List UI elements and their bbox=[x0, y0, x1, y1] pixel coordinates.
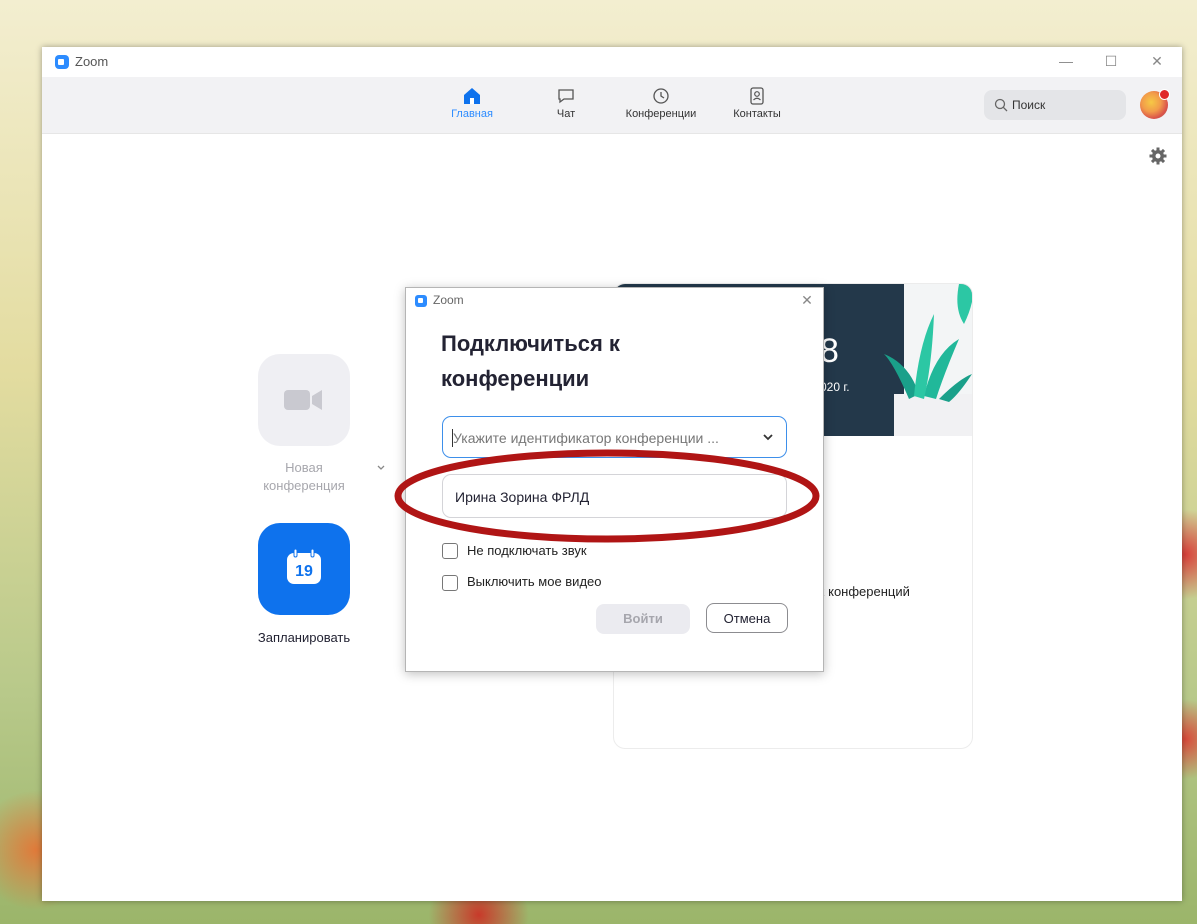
tab-meetings-label: Конференции bbox=[625, 108, 697, 120]
calendar-day: 19 bbox=[295, 563, 313, 580]
no-audio-checkbox[interactable] bbox=[442, 543, 458, 559]
new-meeting-label-line1: Новая bbox=[285, 460, 323, 475]
window-title: Zoom bbox=[75, 54, 109, 69]
clock-icon bbox=[653, 88, 669, 104]
minimize-button[interactable]: — bbox=[1054, 51, 1078, 71]
dialog-heading: Подключиться к конференции bbox=[441, 326, 721, 396]
tab-contacts[interactable]: Контакты bbox=[722, 87, 792, 120]
new-meeting-label-line2: конференция bbox=[263, 478, 345, 493]
maximize-button[interactable]: ☐ bbox=[1099, 51, 1123, 71]
card-date: 020 г. bbox=[820, 380, 850, 394]
avatar[interactable] bbox=[1140, 89, 1170, 119]
zoom-logo-icon bbox=[415, 295, 427, 307]
search-icon bbox=[994, 98, 1008, 112]
cancel-button[interactable]: Отмена bbox=[706, 603, 788, 633]
no-video-label[interactable]: Выключить мое видео bbox=[467, 574, 602, 589]
card-empty-text: х конференций bbox=[818, 584, 910, 599]
dialog-title: Zoom bbox=[433, 293, 464, 307]
tab-home[interactable]: Главная bbox=[442, 87, 502, 120]
chat-icon bbox=[558, 89, 574, 104]
tab-contacts-label: Контакты bbox=[733, 108, 781, 120]
schedule-label: Запланировать bbox=[257, 630, 351, 645]
dialog-close-button[interactable]: ✕ bbox=[798, 291, 816, 309]
dialog-heading-line1: Подключиться к bbox=[441, 331, 620, 356]
zoom-logo-icon bbox=[55, 55, 69, 69]
plant-illustration bbox=[884, 284, 972, 436]
gear-icon[interactable] bbox=[1149, 147, 1167, 165]
dialog-heading-line2: конференции bbox=[441, 366, 590, 391]
close-button[interactable]: ✕ bbox=[1145, 51, 1169, 71]
search-label: Поиск bbox=[1012, 98, 1046, 112]
tab-chat-label: Чат bbox=[556, 108, 576, 120]
chevron-down-icon[interactable] bbox=[761, 430, 775, 444]
tab-home-label: Главная bbox=[451, 108, 493, 120]
new-meeting-label: Новая конференция bbox=[244, 459, 364, 495]
annotation-ellipse bbox=[394, 449, 820, 543]
join-button[interactable]: Войти bbox=[596, 604, 690, 634]
no-video-checkbox[interactable] bbox=[442, 575, 458, 591]
top-nav: Главная Чат Конференции Контакты Поиск bbox=[42, 77, 1182, 134]
meeting-id-placeholder: Укажите идентификатор конференции ... bbox=[453, 430, 719, 446]
no-audio-label[interactable]: Не подключать звук bbox=[467, 543, 587, 558]
video-camera-icon bbox=[284, 390, 322, 410]
chevron-down-icon[interactable] bbox=[376, 464, 386, 472]
tab-chat[interactable]: Чат bbox=[542, 87, 590, 120]
tab-meetings[interactable]: Конференции bbox=[616, 87, 706, 120]
search-box[interactable]: Поиск bbox=[984, 90, 1126, 120]
title-bar: Zoom — ☐ ✕ bbox=[42, 47, 1182, 77]
schedule-button[interactable]: 19 bbox=[258, 523, 350, 615]
contacts-icon bbox=[750, 87, 764, 105]
new-meeting-button[interactable] bbox=[258, 354, 350, 446]
home-icon bbox=[464, 88, 480, 104]
